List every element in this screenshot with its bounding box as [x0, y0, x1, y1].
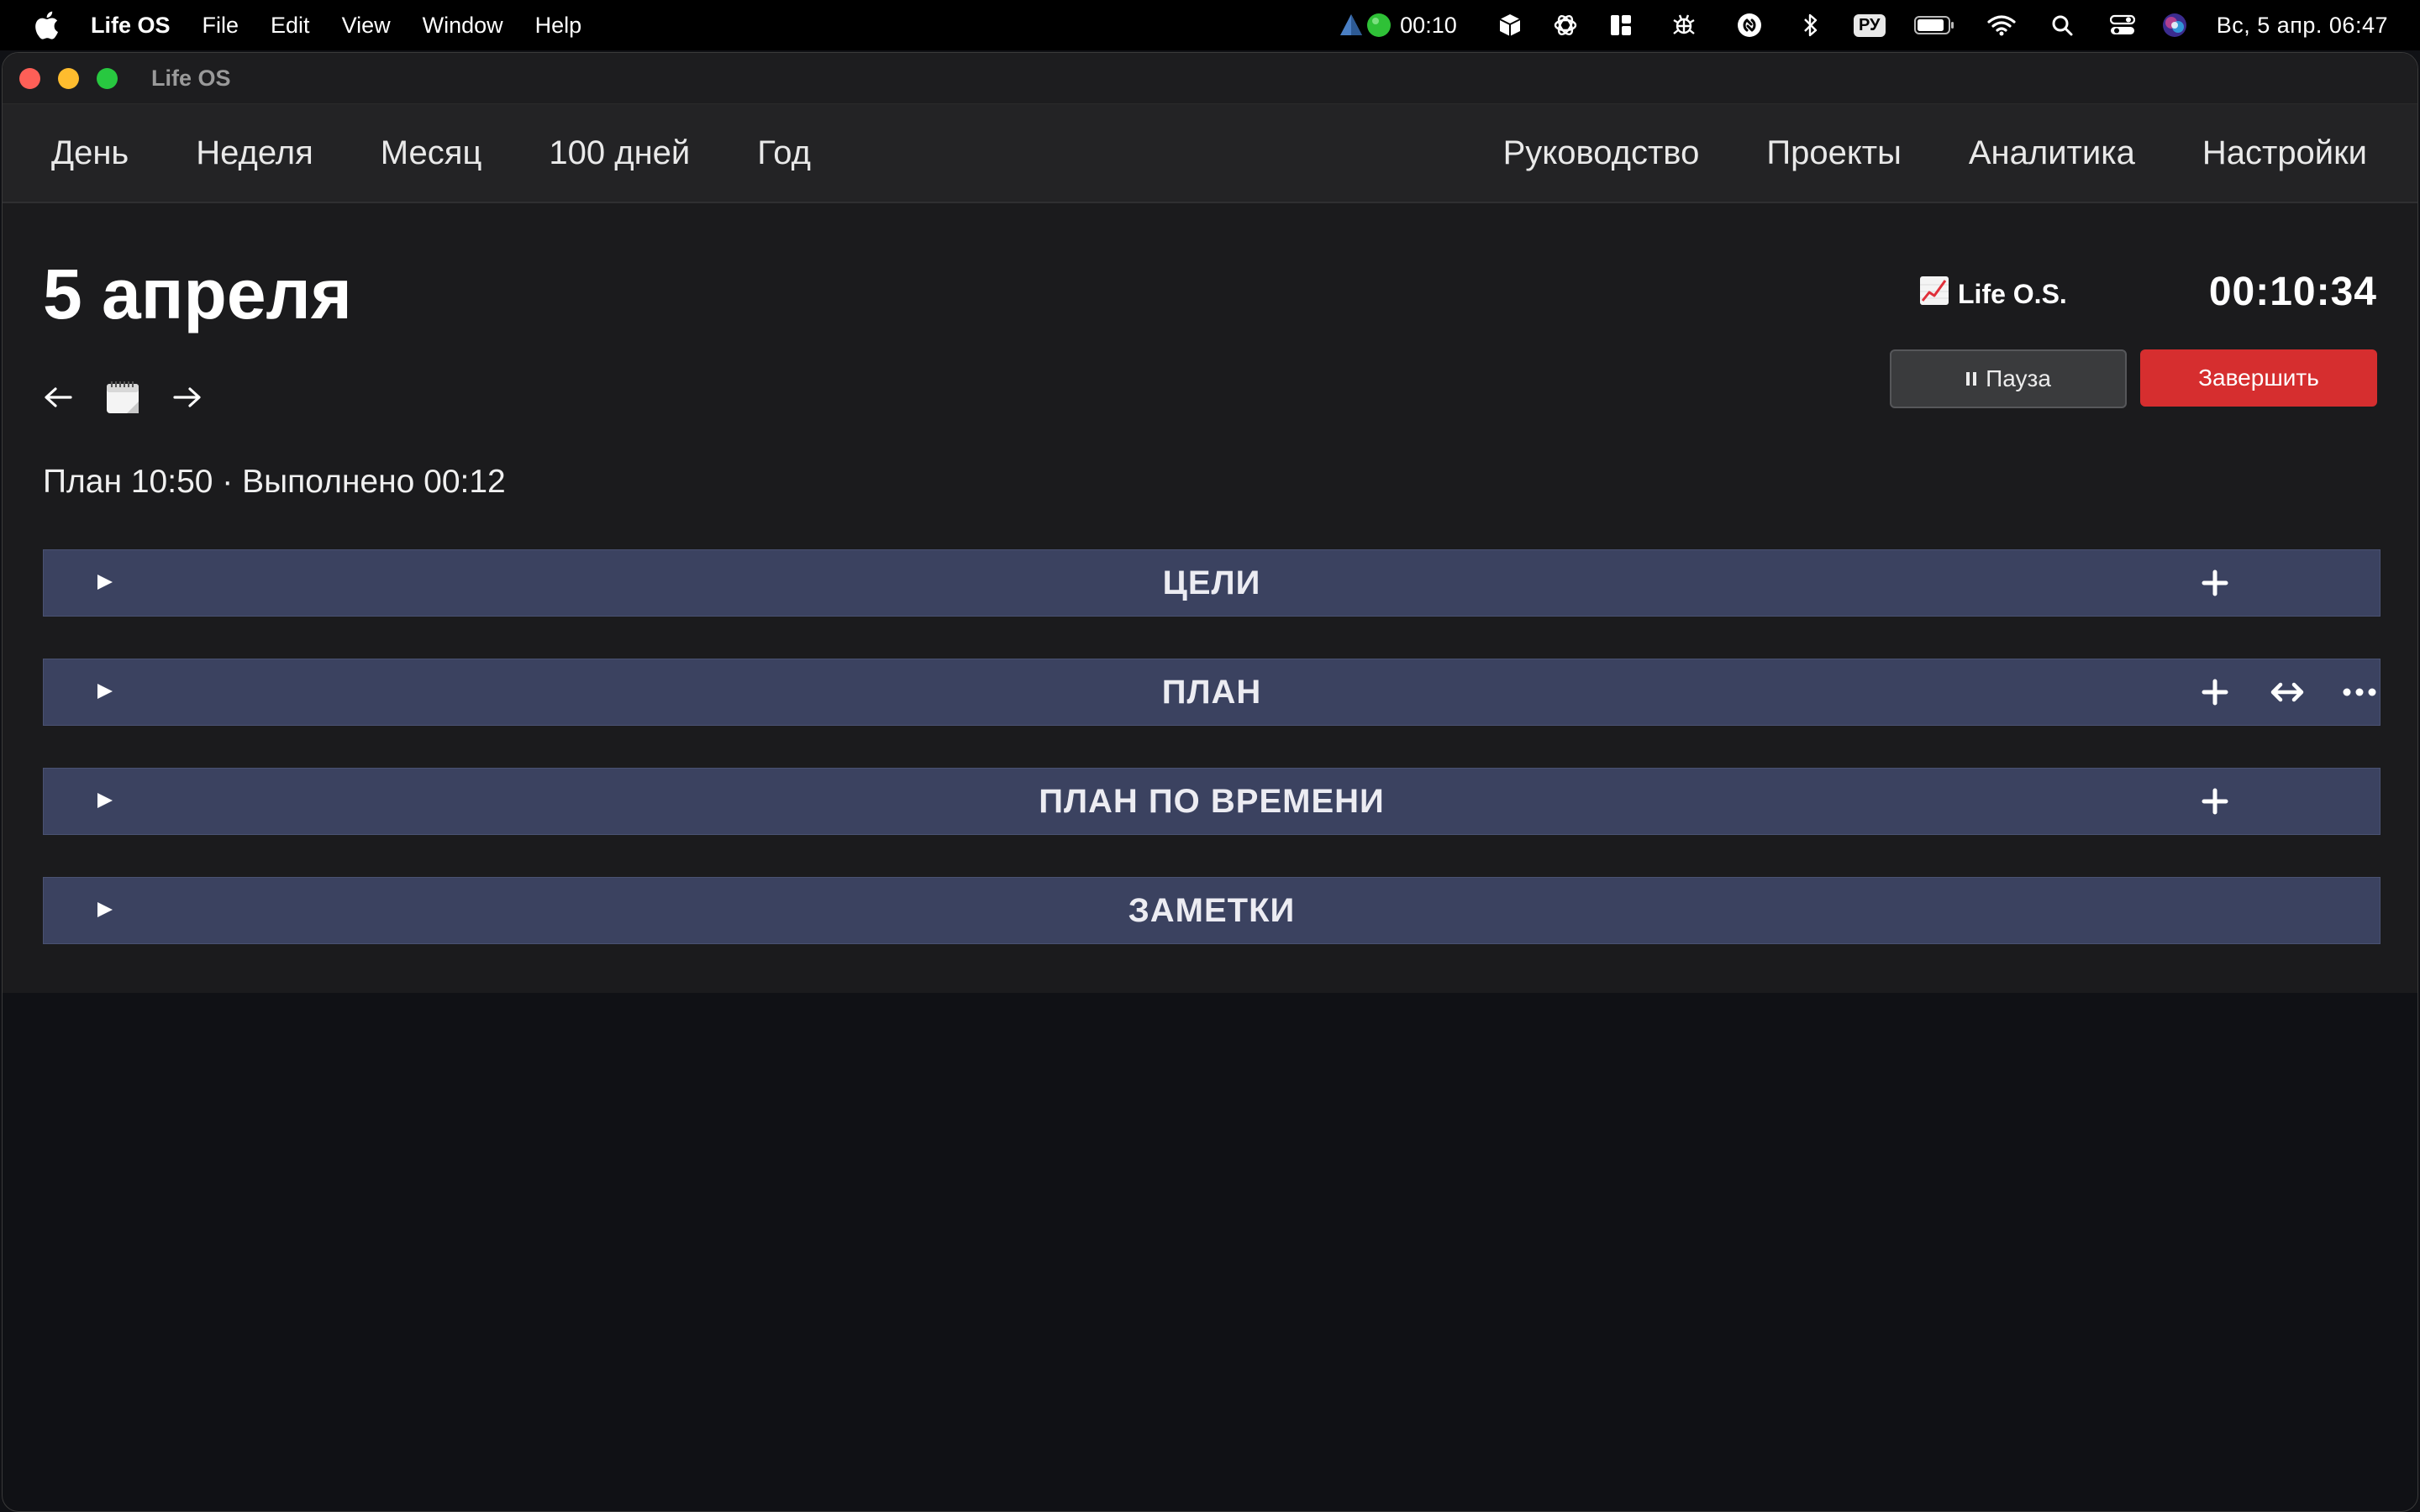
tracker-brand-label: Life O.S.: [1958, 278, 2067, 309]
section-title: ЦЕЛИ: [1162, 564, 1261, 601]
page-title: 5 апреля: [43, 255, 352, 333]
section-title: ЗАМЕТКИ: [1128, 891, 1296, 929]
expand-triangle-icon[interactable]: [94, 898, 116, 921]
nav-100-days[interactable]: 100 дней: [549, 134, 690, 172]
app-window: Life OS День Неделя Месяц 100 дней Год Р…: [2, 52, 2418, 1512]
control-center-icon[interactable]: [2092, 0, 2153, 50]
section-goals[interactable]: ЦЕЛИ: [43, 549, 2381, 617]
tracker-timer: 00:10:34: [2208, 270, 2377, 314]
menubar-timer[interactable]: 00:10: [1400, 13, 1457, 39]
add-time-block-plus-icon[interactable]: [2196, 783, 2233, 820]
window-titlebar: Life OS: [3, 53, 2417, 104]
next-day-arrow-icon[interactable]: [172, 382, 203, 412]
calendar-icon[interactable]: [105, 380, 140, 415]
section-title: ПЛАН: [1161, 673, 1262, 711]
menu-app-name[interactable]: Life OS: [91, 13, 171, 39]
time-tracker: Life O.S. 00:10:34 Пауза Завершить: [1890, 245, 2377, 408]
menu-file[interactable]: File: [203, 13, 239, 39]
nav-settings[interactable]: Настройки: [2202, 134, 2367, 172]
window-maximize-button[interactable]: [97, 67, 118, 89]
nav-projects[interactable]: Проекты: [1766, 134, 1902, 172]
section-time-plan[interactable]: ПЛАН ПО ВРЕМЕНИ: [43, 768, 2381, 835]
tracker-brand: Life O.S.: [1919, 276, 2067, 312]
pause-button[interactable]: Пауза: [1890, 349, 2127, 408]
nav-week[interactable]: Неделя: [196, 134, 313, 172]
add-goal-plus-icon[interactable]: [2196, 564, 2233, 601]
wifi-icon[interactable]: [1971, 0, 2032, 50]
apple-icon[interactable]: [34, 11, 59, 39]
more-options-icon[interactable]: [2341, 674, 2378, 711]
siri-icon[interactable]: [2153, 0, 2196, 50]
openai-icon[interactable]: [1538, 0, 1593, 50]
nav-guide[interactable]: Руководство: [1503, 134, 1700, 172]
window-title: Life OS: [151, 65, 231, 91]
menu-help[interactable]: Help: [535, 13, 582, 39]
window-close-button[interactable]: [19, 67, 40, 89]
cube-icon[interactable]: [1482, 0, 1538, 50]
nav-month[interactable]: Месяц: [381, 134, 482, 172]
spotlight-search-icon[interactable]: [2032, 0, 2092, 50]
green-status-icon[interactable]: [1365, 0, 1393, 50]
keyboard-layout-label: РУ: [1853, 13, 1886, 37]
layout-icon[interactable]: [1593, 0, 1649, 50]
menubar-datetime[interactable]: Вс, 5 апр. 06:47: [2217, 13, 2388, 39]
bug-icon[interactable]: [1649, 0, 1719, 50]
date-navigation: [43, 380, 203, 415]
pause-button-label: Пауза: [1986, 365, 2051, 391]
pyramid-icon[interactable]: [1338, 0, 1365, 50]
previous-day-arrow-icon[interactable]: [43, 382, 73, 412]
resize-horizontal-arrows-icon[interactable]: [2269, 674, 2306, 711]
menu-bar: Life OS File Edit View Window Help 00:10: [0, 0, 2420, 50]
finish-button-label: Завершить: [2198, 365, 2319, 391]
shazam-icon[interactable]: [1719, 0, 1780, 50]
window-minimize-button[interactable]: [58, 67, 79, 89]
menu-view[interactable]: View: [342, 13, 391, 39]
add-plan-item-plus-icon[interactable]: [2196, 674, 2233, 711]
finish-button[interactable]: Завершить: [2140, 349, 2377, 407]
day-view: 5 апреля План 10:50 · Выполнено 00:12 Li…: [3, 203, 2417, 993]
menu-window[interactable]: Window: [423, 13, 503, 39]
expand-triangle-icon[interactable]: [94, 789, 116, 812]
nav-day[interactable]: День: [51, 134, 129, 172]
section-title: ПЛАН ПО ВРЕМЕНИ: [1039, 782, 1385, 820]
chart-up-icon: [1919, 276, 1949, 312]
expand-triangle-icon[interactable]: [94, 570, 116, 594]
bluetooth-icon[interactable]: [1780, 0, 1842, 50]
status-area: 00:10 РУ Вс, 5 апр. 06:47: [1338, 0, 2388, 50]
section-notes[interactable]: ЗАМЕТКИ: [43, 877, 2381, 944]
battery-icon[interactable]: [1897, 0, 1971, 50]
menu-edit[interactable]: Edit: [271, 13, 310, 39]
nav-year[interactable]: Год: [757, 134, 811, 172]
expand-triangle-icon[interactable]: [94, 680, 116, 703]
pause-icon: [1965, 365, 1977, 392]
nav-analytics[interactable]: Аналитика: [1969, 134, 2135, 172]
keyboard-layout-icon[interactable]: РУ: [1842, 0, 1897, 50]
section-plan[interactable]: ПЛАН: [43, 659, 2381, 726]
day-summary: План 10:50 · Выполнено 00:12: [43, 464, 506, 500]
top-navigation: День Неделя Месяц 100 дней Год Руководст…: [3, 104, 2417, 203]
